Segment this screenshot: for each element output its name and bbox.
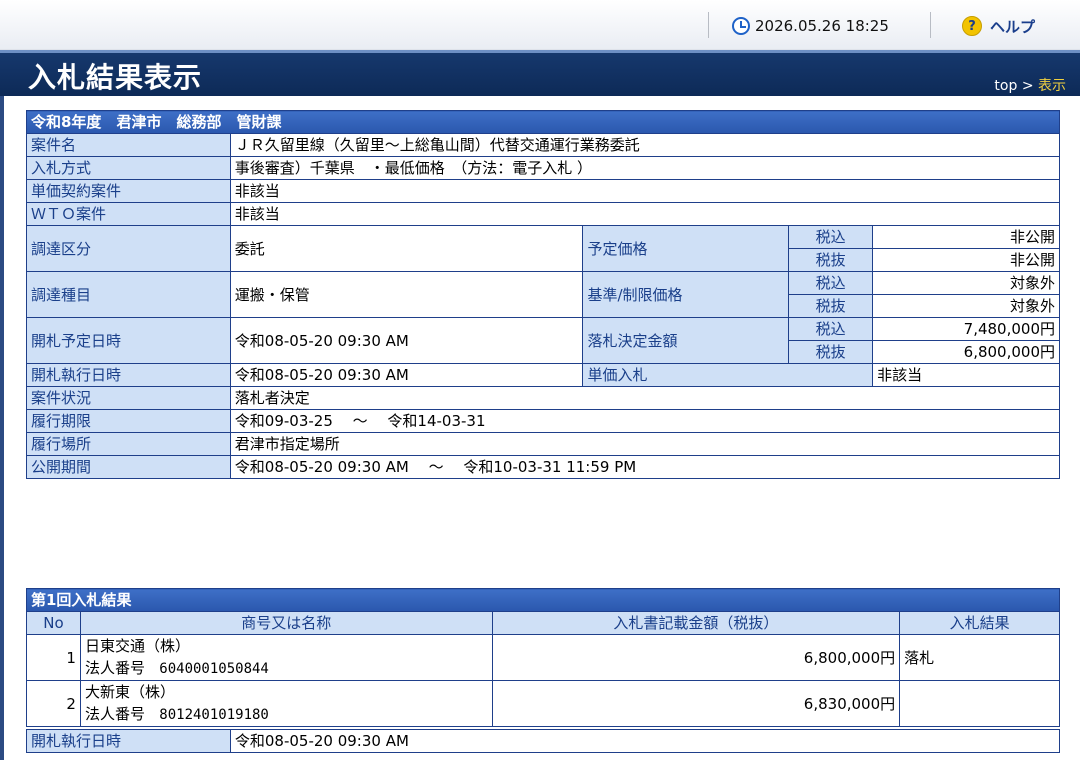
label-public-period: 公開期間 bbox=[26, 455, 231, 479]
label-tax-excl: 税抜 bbox=[788, 294, 874, 318]
value-limit-price-incl: 対象外 bbox=[872, 271, 1060, 295]
page-header: 入札結果表示 top > 表示 bbox=[0, 50, 1080, 96]
value-public-period: 令和08-05-20 09:30 AM ～ 令和10-03-31 11:59 P… bbox=[229, 455, 1061, 479]
col-amount: 入札書記載金額（税抜） bbox=[491, 611, 901, 635]
top-status-bar: 2026.05.26 18:25 ? ヘルプ bbox=[0, 0, 1080, 50]
datetime-text: 2026.05.26 18:25 bbox=[755, 17, 889, 35]
value-procurement-type: 運搬・保管 bbox=[229, 271, 584, 318]
value-case-name: ＪＲ久留里線（久留里～上総亀山間）代替交通運行業務委託 bbox=[229, 133, 1061, 157]
value-award-amount-incl: 7,480,000円 bbox=[872, 317, 1060, 341]
bid-result bbox=[899, 680, 1060, 727]
label-planned-price: 予定価格 bbox=[582, 225, 790, 272]
help-label: ヘルプ bbox=[990, 17, 1036, 36]
bid-no: 2 bbox=[26, 680, 81, 727]
label-bid-method: 入札方式 bbox=[26, 156, 231, 180]
value-scheduled-opening: 令和08-05-20 09:30 AM bbox=[229, 317, 584, 364]
bidder-name: 日東交通（株） bbox=[84, 637, 190, 655]
separator bbox=[930, 12, 931, 38]
bidder-cell: 大新東（株） 法人番号 8012401019180 bbox=[79, 680, 493, 727]
value-planned-price-incl: 非公開 bbox=[872, 225, 1060, 249]
label-award-amount: 落札決定金額 bbox=[582, 317, 790, 364]
value-wto: 非該当 bbox=[229, 202, 1061, 226]
executed-opening-table: 開札執行日時 令和08-05-20 09:30 AM bbox=[26, 729, 1061, 753]
left-edge-bar bbox=[0, 96, 4, 760]
table-row: 1 日東交通（株） 法人番号 6040001050844 6,800,000円 … bbox=[26, 634, 1060, 681]
corp-number: 6040001050844 bbox=[159, 661, 269, 677]
label-tax-incl: 税込 bbox=[788, 317, 874, 341]
bid-result-heading: 第1回入札結果 bbox=[26, 588, 1060, 612]
datetime-display: 2026.05.26 18:25 bbox=[732, 13, 889, 39]
value-result-executed-opening: 令和08-05-20 09:30 AM bbox=[229, 729, 1061, 753]
bid-no: 1 bbox=[26, 634, 81, 681]
value-location: 君津市指定場所 bbox=[229, 432, 1061, 456]
corp-number-label: 法人番号 bbox=[84, 659, 145, 677]
table-row: 2 大新東（株） 法人番号 8012401019180 6,830,000円 bbox=[26, 680, 1060, 727]
label-status: 案件状況 bbox=[26, 386, 231, 410]
separator bbox=[708, 12, 709, 38]
label-tax-incl: 税込 bbox=[788, 271, 874, 295]
label-case-name: 案件名 bbox=[26, 133, 231, 157]
corp-number: 8012401019180 bbox=[159, 707, 269, 723]
value-planned-price-excl: 非公開 bbox=[872, 248, 1060, 272]
label-executed-opening: 開札執行日時 bbox=[26, 363, 231, 387]
case-info-heading: 令和8年度 君津市 総務部 管財課 bbox=[26, 110, 1060, 134]
value-executed-opening: 令和08-05-20 09:30 AM bbox=[229, 363, 584, 387]
value-limit-price-excl: 対象外 bbox=[872, 294, 1060, 318]
value-deadline: 令和09-03-25 ～ 令和14-03-31 bbox=[229, 409, 1061, 433]
bid-amount: 6,800,000円 bbox=[491, 634, 901, 681]
value-status: 落札者決定 bbox=[229, 386, 1061, 410]
bid-result: 落札 bbox=[899, 634, 1060, 681]
label-result-executed-opening: 開札執行日時 bbox=[26, 729, 231, 753]
value-unit-price-contract: 非該当 bbox=[229, 179, 1061, 203]
col-result: 入札結果 bbox=[899, 611, 1060, 635]
label-tax-incl: 税込 bbox=[788, 225, 874, 249]
col-no: No bbox=[26, 611, 81, 635]
breadcrumb-current: 表示 bbox=[1038, 78, 1066, 94]
label-deadline: 履行期限 bbox=[26, 409, 231, 433]
help-icon: ? bbox=[962, 16, 982, 36]
value-unit-price-bid: 非該当 bbox=[872, 363, 1060, 387]
label-wto: ＷＴＯ案件 bbox=[26, 202, 231, 226]
label-limit-price: 基準/制限価格 bbox=[582, 271, 790, 318]
label-location: 履行場所 bbox=[26, 432, 231, 456]
col-name: 商号又は名称 bbox=[79, 611, 493, 635]
value-bid-method: 事後審査）千葉県 ・最低価格 （方法：電子入札 ） bbox=[229, 156, 1061, 180]
value-award-amount-excl: 6,800,000円 bbox=[872, 340, 1060, 364]
clock-icon bbox=[732, 17, 750, 35]
help-button[interactable]: ? ヘルプ bbox=[962, 13, 1035, 39]
page-title: 入札結果表示 bbox=[28, 61, 203, 94]
label-tax-excl: 税抜 bbox=[788, 248, 874, 272]
bid-amount: 6,830,000円 bbox=[491, 680, 901, 727]
bid-result-table: 第1回入札結果 No 商号又は名称 入札書記載金額（税抜） 入札結果 1 日東交… bbox=[26, 588, 1060, 727]
bidder-name: 大新東（株） bbox=[84, 683, 175, 701]
label-unit-price-contract: 単価契約案件 bbox=[26, 179, 231, 203]
breadcrumb: top > 表示 bbox=[994, 75, 1066, 95]
case-info-table: 令和8年度 君津市 総務部 管財課 案件名 ＪＲ久留里線（久留里～上総亀山間）代… bbox=[26, 110, 1061, 479]
value-procurement-class: 委託 bbox=[229, 225, 584, 272]
label-unit-price-bid: 単価入札 bbox=[582, 363, 874, 387]
breadcrumb-separator: > bbox=[1021, 78, 1034, 94]
label-procurement-type: 調達種目 bbox=[26, 271, 231, 318]
label-tax-excl: 税抜 bbox=[788, 340, 874, 364]
label-scheduled-opening: 開札予定日時 bbox=[26, 317, 231, 364]
breadcrumb-top-link[interactable]: top bbox=[994, 78, 1017, 94]
corp-number-label: 法人番号 bbox=[84, 705, 145, 723]
bidder-cell: 日東交通（株） 法人番号 6040001050844 bbox=[79, 634, 493, 681]
label-procurement-class: 調達区分 bbox=[26, 225, 231, 272]
